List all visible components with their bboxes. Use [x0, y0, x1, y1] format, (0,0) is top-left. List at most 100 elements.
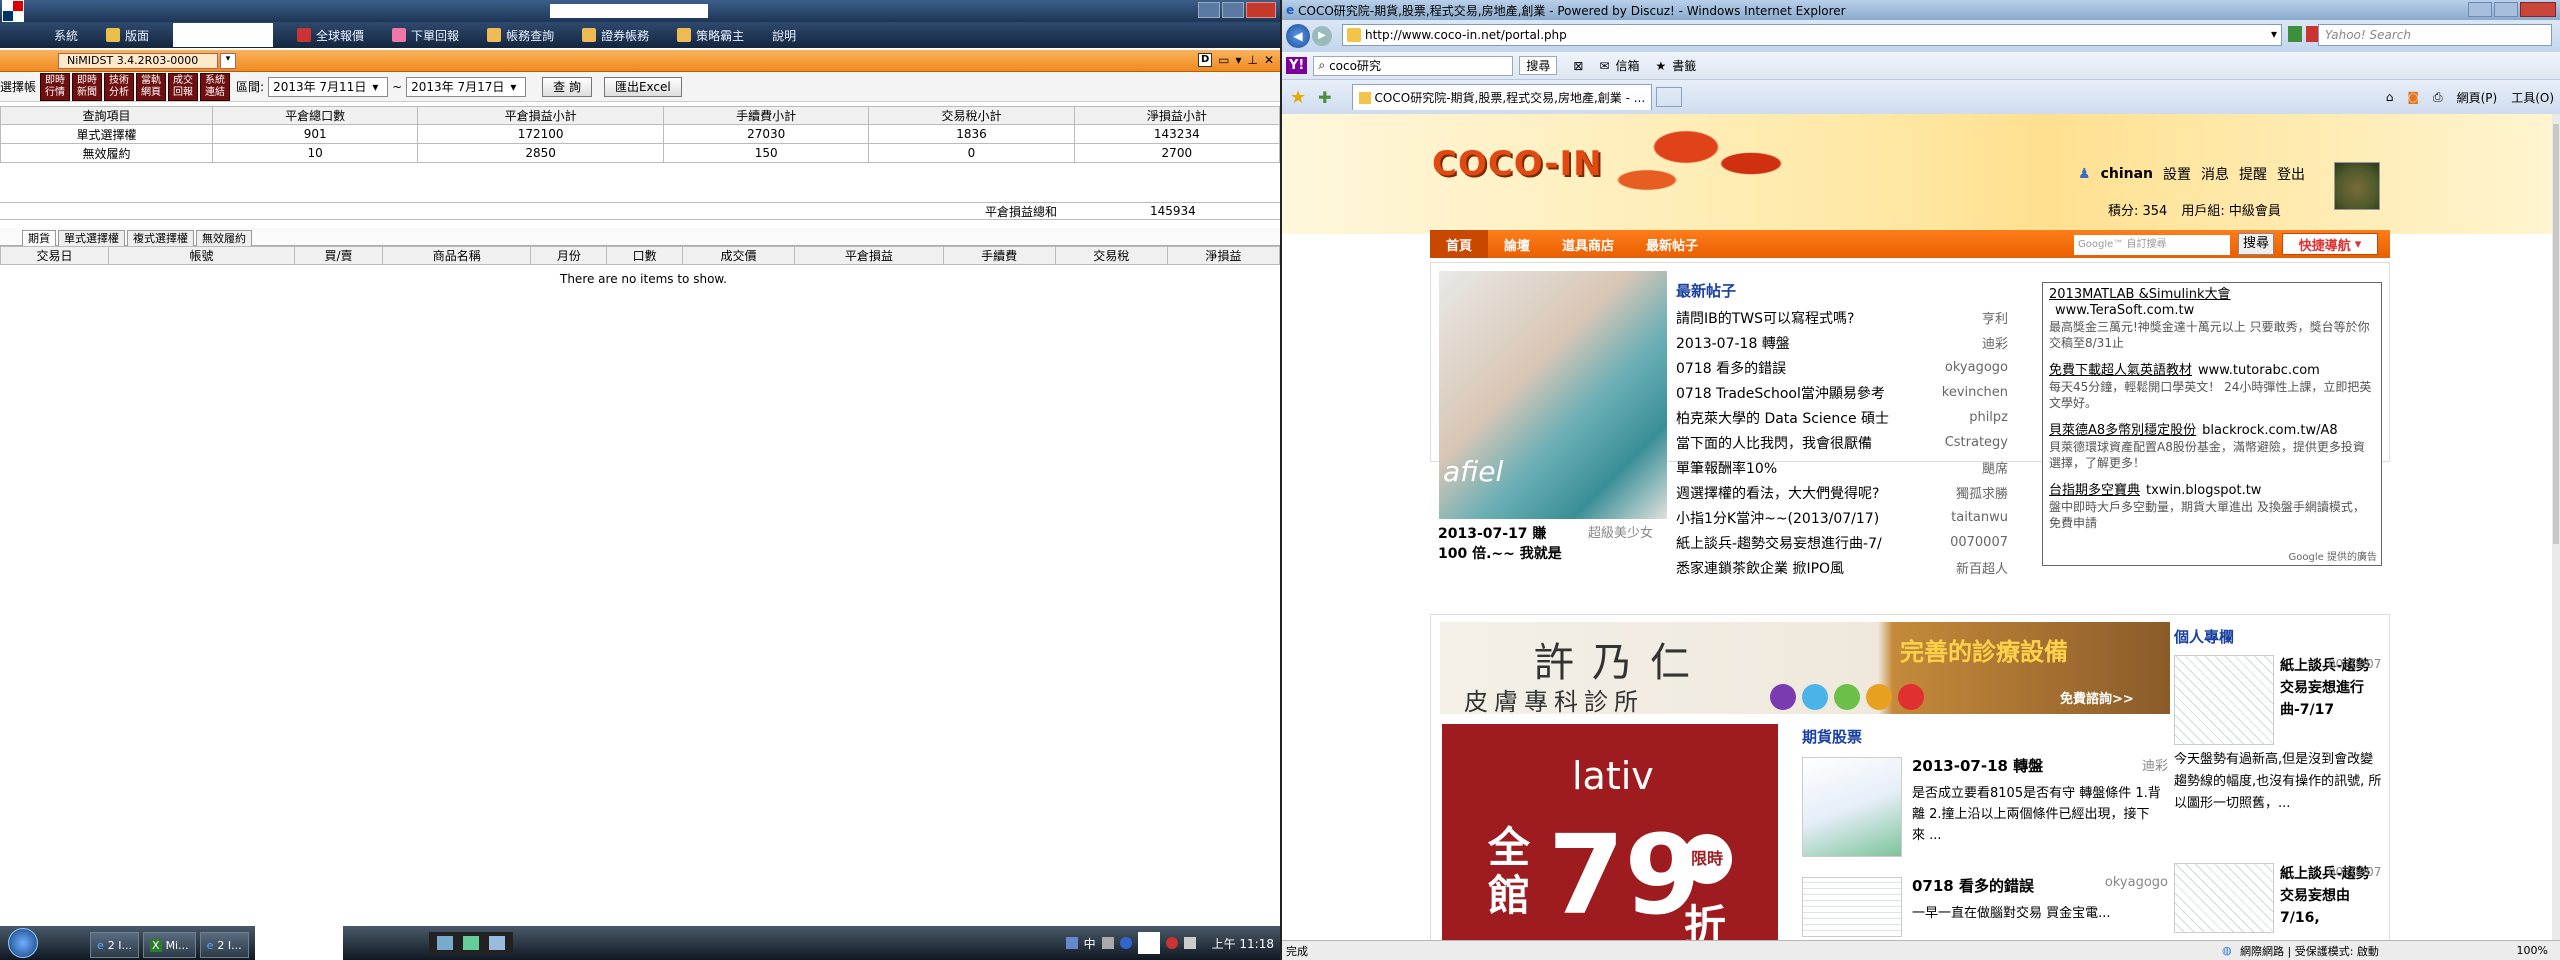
ad-item[interactable]: 貝萊德A8多幣別穩定股份 blackrock.com.tw/A8 貝萊德環球資產配置… — [2049, 423, 2375, 471]
thread-item[interactable]: 單筆報酬率10% 颶席 — [1676, 455, 2008, 480]
add-favorite-icon[interactable]: ✚ — [1318, 88, 1331, 107]
thread-title[interactable]: 0718 TradeSchool當沖顯易參考 — [1676, 383, 1885, 403]
tool-technical[interactable]: 技術 分析 — [104, 72, 135, 101]
home-icon[interactable]: ⌂ — [2386, 90, 2394, 104]
export-excel-button[interactable]: 匯出Excel — [603, 76, 682, 97]
menu-strategy[interactable]: 策略霸主 — [663, 22, 758, 48]
nav-latest[interactable]: 最新帖子 — [1630, 230, 1714, 258]
address-bar[interactable]: http://www.coco-in.net/portal.php ▾ — [1342, 24, 2282, 46]
menu-orders[interactable]: 下單回報 — [378, 22, 473, 48]
date-to-picker[interactable]: 2013年 7月17日 ▾ — [406, 76, 527, 97]
clock[interactable]: 上午 11:18 — [1212, 935, 1274, 952]
forward-button[interactable]: ▶ — [1312, 26, 1332, 46]
thread-title[interactable]: 紙上談兵-趨勢交易妄想進行曲-7/ — [1676, 533, 1882, 553]
menu-help[interactable]: 說明 — [758, 22, 810, 48]
ad-url[interactable]: www.tutorabc.com — [2198, 363, 2320, 378]
pin-icon-2[interactable]: ⊥ — [1247, 53, 1257, 67]
refresh-icon[interactable] — [2288, 26, 2302, 42]
document-tab[interactable]: NiMIDST 3.4.2R03-0000 — [58, 52, 218, 69]
featured-author[interactable]: 超級美少女 — [1588, 524, 1653, 544]
close-button[interactable] — [1246, 2, 1276, 18]
thread-author[interactable]: philpz — [1969, 410, 2008, 425]
clinic-banner[interactable]: 許乃仁 皮膚專科診所 完善的診療設備 免費諮詢>> — [1440, 622, 2170, 714]
date-from-picker[interactable]: 2013年 7月11日 ▾ — [268, 76, 389, 97]
site-logo[interactable]: COCO-IN — [1432, 144, 1603, 184]
thread-title[interactable]: 請問IB的TWS可以寫程式嗎? — [1676, 308, 1854, 328]
tab-single-options[interactable]: 單式選擇權 — [58, 229, 125, 246]
query-button[interactable]: 查 詢 — [542, 76, 592, 97]
google-search-input[interactable]: Google™ 自訂搜尋 — [2074, 235, 2230, 255]
futures-post[interactable]: 0718 看多的錯誤 okyagogo 一早一直在做腦對交易 買金宝電... — [1802, 875, 2168, 940]
thread-item[interactable]: 柏克萊大學的 Data Science 碩士 philpz — [1676, 405, 2008, 430]
thread-author[interactable]: kevinchen — [1942, 385, 2008, 400]
security-zone[interactable]: 網際網路 | 受保護模式: 啟動 — [2240, 943, 2379, 959]
address-dropdown-icon[interactable]: ▾ — [2271, 27, 2277, 41]
thread-item[interactable]: 週選擇權的看法，大大們覺得呢? 獨孤求勝 — [1676, 480, 2008, 505]
tray-input-icon[interactable] — [1065, 937, 1078, 949]
favorites-star-icon[interactable]: ★ — [1290, 87, 1306, 108]
tool-system-link[interactable]: 系統 連結 — [200, 72, 231, 101]
thread-item[interactable]: 當下面的人比我閃，我會很厭備 Cstrategy — [1676, 430, 2008, 455]
thread-author[interactable]: okyagogo — [1945, 360, 2008, 375]
print-icon[interactable]: ⎙ — [2433, 90, 2443, 105]
ad-title[interactable]: 2013MATLAB &Simulink大會 — [2049, 287, 2231, 302]
yahoo-logo-icon[interactable]: Y! — [1286, 57, 1308, 74]
quick-nav-button[interactable]: 快捷導航 ▾ — [2282, 233, 2378, 255]
tab-complex-options[interactable]: 複式選擇權 — [127, 229, 194, 246]
tab-invalid-exercise[interactable]: 無效履約 — [196, 229, 252, 246]
taskbar-item-excel[interactable]: X Mi... — [143, 932, 196, 958]
pin-icon[interactable]: ▾ — [1235, 53, 1241, 67]
thread-item[interactable]: 紙上談兵-趨勢交易妄想進行曲-7/0070007 — [1676, 530, 2008, 555]
post-thumbnail[interactable] — [2174, 863, 2274, 933]
table-row[interactable]: 單式選擇權 901 172100 27030 1836 143234 — [0, 124, 1280, 144]
vertical-scrollbar[interactable] — [2552, 114, 2560, 940]
thread-item[interactable]: 0718 TradeSchool當沖顯易參考 kevinchen — [1676, 380, 2008, 405]
active-tab[interactable]: COCO研究院-期貨,股票,程式交易,房地產,創業 - ... — [1351, 84, 1652, 110]
ad-title[interactable]: 貝萊德A8多幣別穩定股份 — [2049, 423, 2196, 438]
thread-author[interactable]: Cstrategy — [1945, 435, 2008, 450]
ad-url[interactable]: txwin.blogspot.tw — [2146, 483, 2261, 498]
ad-url[interactable]: www.TeraSoft.com.tw — [2055, 303, 2194, 318]
tool-web[interactable]: 當軌 網頁 — [136, 72, 167, 101]
tab-futures[interactable]: 期貨 — [22, 229, 56, 246]
float-icon[interactable]: ▭ — [1218, 53, 1229, 67]
thread-title[interactable]: 悉家連鎖茶飲企業 掀IPO風 — [1676, 558, 1844, 578]
ads-by-google[interactable]: Google 提供的廣告 — [2289, 548, 2377, 563]
post-author[interactable]: 0070007 — [2328, 657, 2381, 671]
new-tab-button[interactable] — [1655, 87, 1682, 107]
start-button[interactable] — [0, 926, 46, 960]
thread-item[interactable]: 0718 看多的錯誤 okyagogo — [1676, 355, 2008, 380]
site-search-button[interactable]: 搜尋 — [2238, 233, 2274, 255]
tray-antivirus-icon[interactable] — [1165, 937, 1178, 949]
menu-accounts[interactable]: 帳務查詢 — [473, 22, 568, 48]
menu-quotes[interactable]: 全球報價 — [283, 22, 378, 48]
yahoo-mail-link[interactable]: 信箱 — [1615, 57, 1639, 74]
post-thumbnail[interactable] — [1802, 877, 1902, 937]
table-row[interactable]: 無效履約 10 2850 150 0 2700 — [0, 143, 1280, 163]
zoom-level[interactable]: 100% — [2517, 944, 2548, 957]
tool-realtime-quote[interactable]: 即時 行情 — [40, 72, 71, 101]
thread-item[interactable]: 小指1分K當沖~~(2013/07/17) taitanwu — [1676, 505, 2008, 530]
tool-realtime-news[interactable]: 即時 新聞 — [72, 72, 103, 101]
back-button[interactable]: ◀ — [1286, 24, 1310, 48]
featured-caption-line-2[interactable]: 100 倍.~~ 我就是 — [1438, 544, 1668, 564]
taskbar-item-ie-2[interactable]: e2 I... — [199, 932, 249, 958]
ad-item[interactable]: 免費下載超人氣英語教材 www.tutorabc.com 每天45分鐘，輕鬆開口學英… — [2049, 363, 2375, 411]
clinic-free-consult[interactable]: 免費諮詢>> — [2060, 688, 2134, 707]
thread-item[interactable]: 悉家連鎖茶飲企業 掀IPO風 新百超人 — [1676, 555, 2008, 580]
tab-dropdown-icon[interactable]: ▾ — [220, 52, 236, 69]
post-author[interactable]: okyagogo — [2105, 875, 2168, 890]
thread-title[interactable]: 小指1分K當沖~~(2013/07/17) — [1676, 508, 1879, 528]
lativ-ad[interactable]: lativ 全館 79 限時 折 — [1442, 724, 1778, 940]
ie-search-box[interactable]: Yahoo! Search — [2318, 24, 2552, 46]
nav-home[interactable]: 首頁 — [1430, 230, 1489, 258]
thread-author[interactable]: 颶席 — [1982, 458, 2008, 477]
scrollbar-thumb[interactable] — [2553, 124, 2559, 544]
tray-ime-label[interactable]: 中 — [1084, 935, 1096, 952]
tool-fills[interactable]: 成交 回報 — [168, 72, 199, 101]
quicklaunch-icon[interactable] — [488, 936, 505, 950]
featured-image[interactable]: afiel — [1439, 271, 1667, 519]
tools-menu[interactable]: 工具(O) — [2511, 89, 2554, 106]
ad-url[interactable]: blackrock.com.tw/A8 — [2202, 423, 2338, 438]
post-title[interactable]: 2013-07-18 轉盤 — [1912, 755, 2043, 776]
